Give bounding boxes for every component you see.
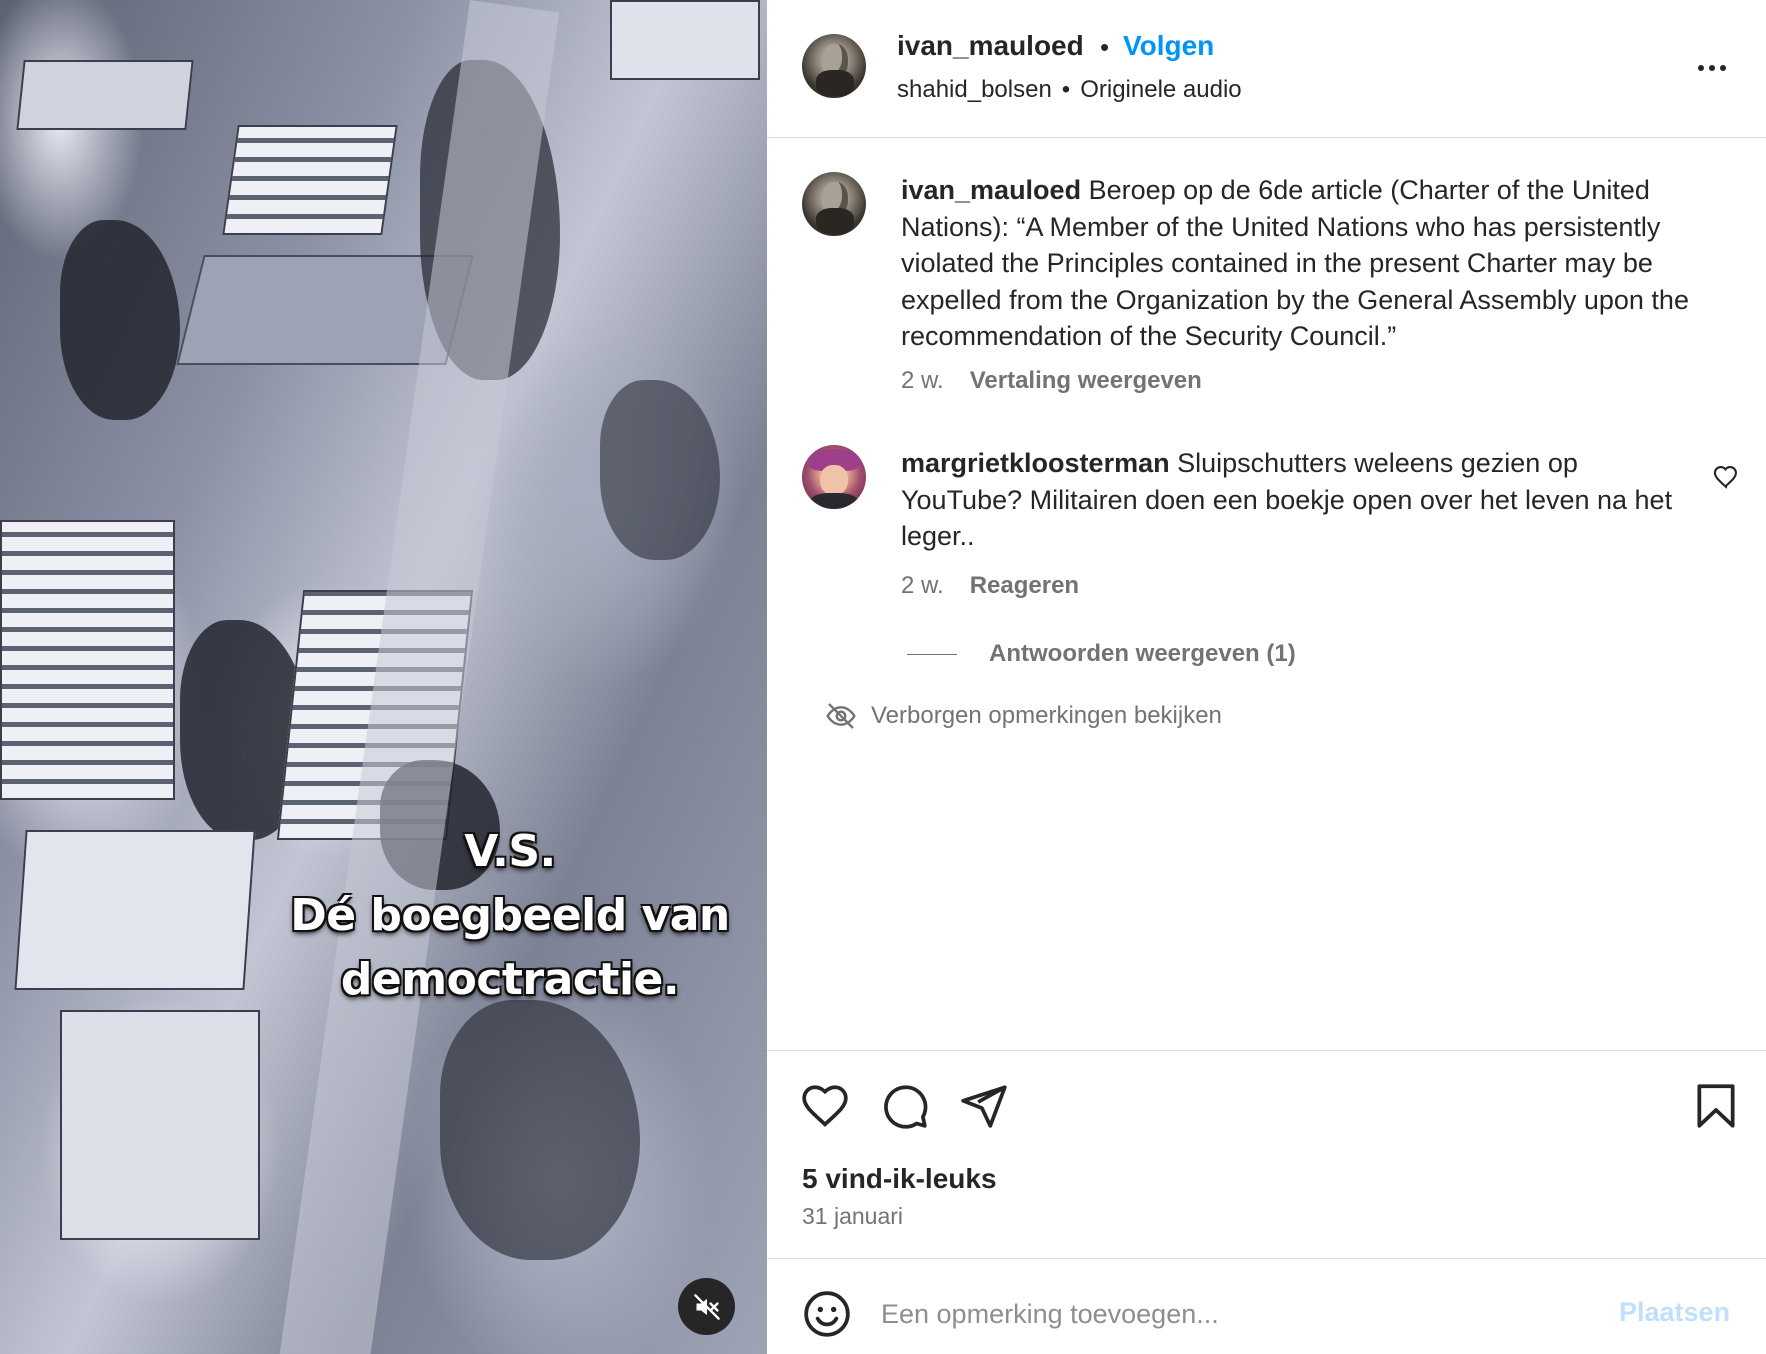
audio-label[interactable]: Originele audio [1080,76,1241,104]
view-replies-button[interactable]: Antwoorden weergeven (1) [907,640,1296,668]
post-header: ivan_mauloed • Volgen shahid_bolsen • Or… [767,0,1766,138]
building [14,830,256,990]
reply-button[interactable]: Reageren [970,572,1079,600]
separator-dot: • [1061,76,1071,103]
comment-meta: 2 w. Reageren [901,572,1079,600]
comment-username[interactable]: ivan_mauloed [901,175,1081,205]
avatar[interactable] [802,172,866,236]
more-options-icon[interactable] [1692,48,1732,88]
heart-icon[interactable] [800,1081,850,1131]
video-caption: V.S. Dé boegbeeld van democtractie. [250,820,767,1012]
audio-author[interactable]: shahid_bolsen [897,76,1052,104]
shadow [440,1000,640,1260]
post-date[interactable]: 31 januari [802,1203,903,1230]
emoji-icon[interactable] [802,1289,852,1339]
avatar[interactable] [802,445,866,509]
add-comment-bar: Plaatsen [767,1258,1766,1354]
comment-meta: 2 w. Vertaling weergeven [901,367,1202,395]
audio-info: shahid_bolsen • Originele audio [897,76,1242,104]
comment-age[interactable]: 2 w. [901,367,944,395]
comment-text: margrietkloosterman Sluipschutters welee… [901,445,1681,555]
translate-button[interactable]: Vertaling weergeven [970,367,1202,395]
caption-line: democtractie. [340,954,680,1005]
building [60,1010,260,1240]
shadow [600,380,720,560]
separator-dot: • [1100,32,1110,62]
building [222,125,398,235]
action-bar: 5 vind-ik-leuks 31 januari [767,1050,1766,1260]
like-comment-heart-icon[interactable] [1712,463,1740,491]
post-media[interactable]: V.S. Dé boegbeeld van democtractie. [0,0,767,1354]
follow-button[interactable]: Volgen [1123,30,1214,62]
comment-username[interactable]: margrietkloosterman [901,448,1170,478]
comment-input[interactable] [881,1289,1581,1339]
bookmark-icon[interactable] [1691,1081,1741,1131]
building [610,0,760,80]
share-icon[interactable] [959,1081,1009,1131]
like-count[interactable]: 5 vind-ik-leuks [802,1163,997,1195]
view-replies-label: Antwoorden weergeven (1) [989,640,1296,667]
hidden-comments-label: Verborgen opmerkingen bekijken [871,702,1222,729]
caption-line: Dé boegbeeld van [290,890,730,941]
divider [907,653,957,655]
shadow [60,220,180,420]
mute-button[interactable] [678,1278,735,1335]
author-username[interactable]: ivan_mauloed [897,30,1084,62]
building [16,60,194,130]
comment-age[interactable]: 2 w. [901,572,944,600]
comment-icon[interactable] [880,1081,930,1131]
building [0,520,175,800]
avatar[interactable] [802,34,866,98]
speaker-muted-icon [693,1293,720,1320]
post-comment-button[interactable]: Plaatsen [1619,1297,1730,1328]
caption-line: V.S. [464,826,556,877]
post-panel: ivan_mauloed • Volgen shahid_bolsen • Or… [767,0,1766,1354]
view-hidden-comments-button[interactable]: Verborgen opmerkingen bekijken [825,700,1222,732]
eye-off-icon [826,703,856,729]
comment-text: ivan_mauloed Beroep op de 6de article (C… [901,172,1701,355]
